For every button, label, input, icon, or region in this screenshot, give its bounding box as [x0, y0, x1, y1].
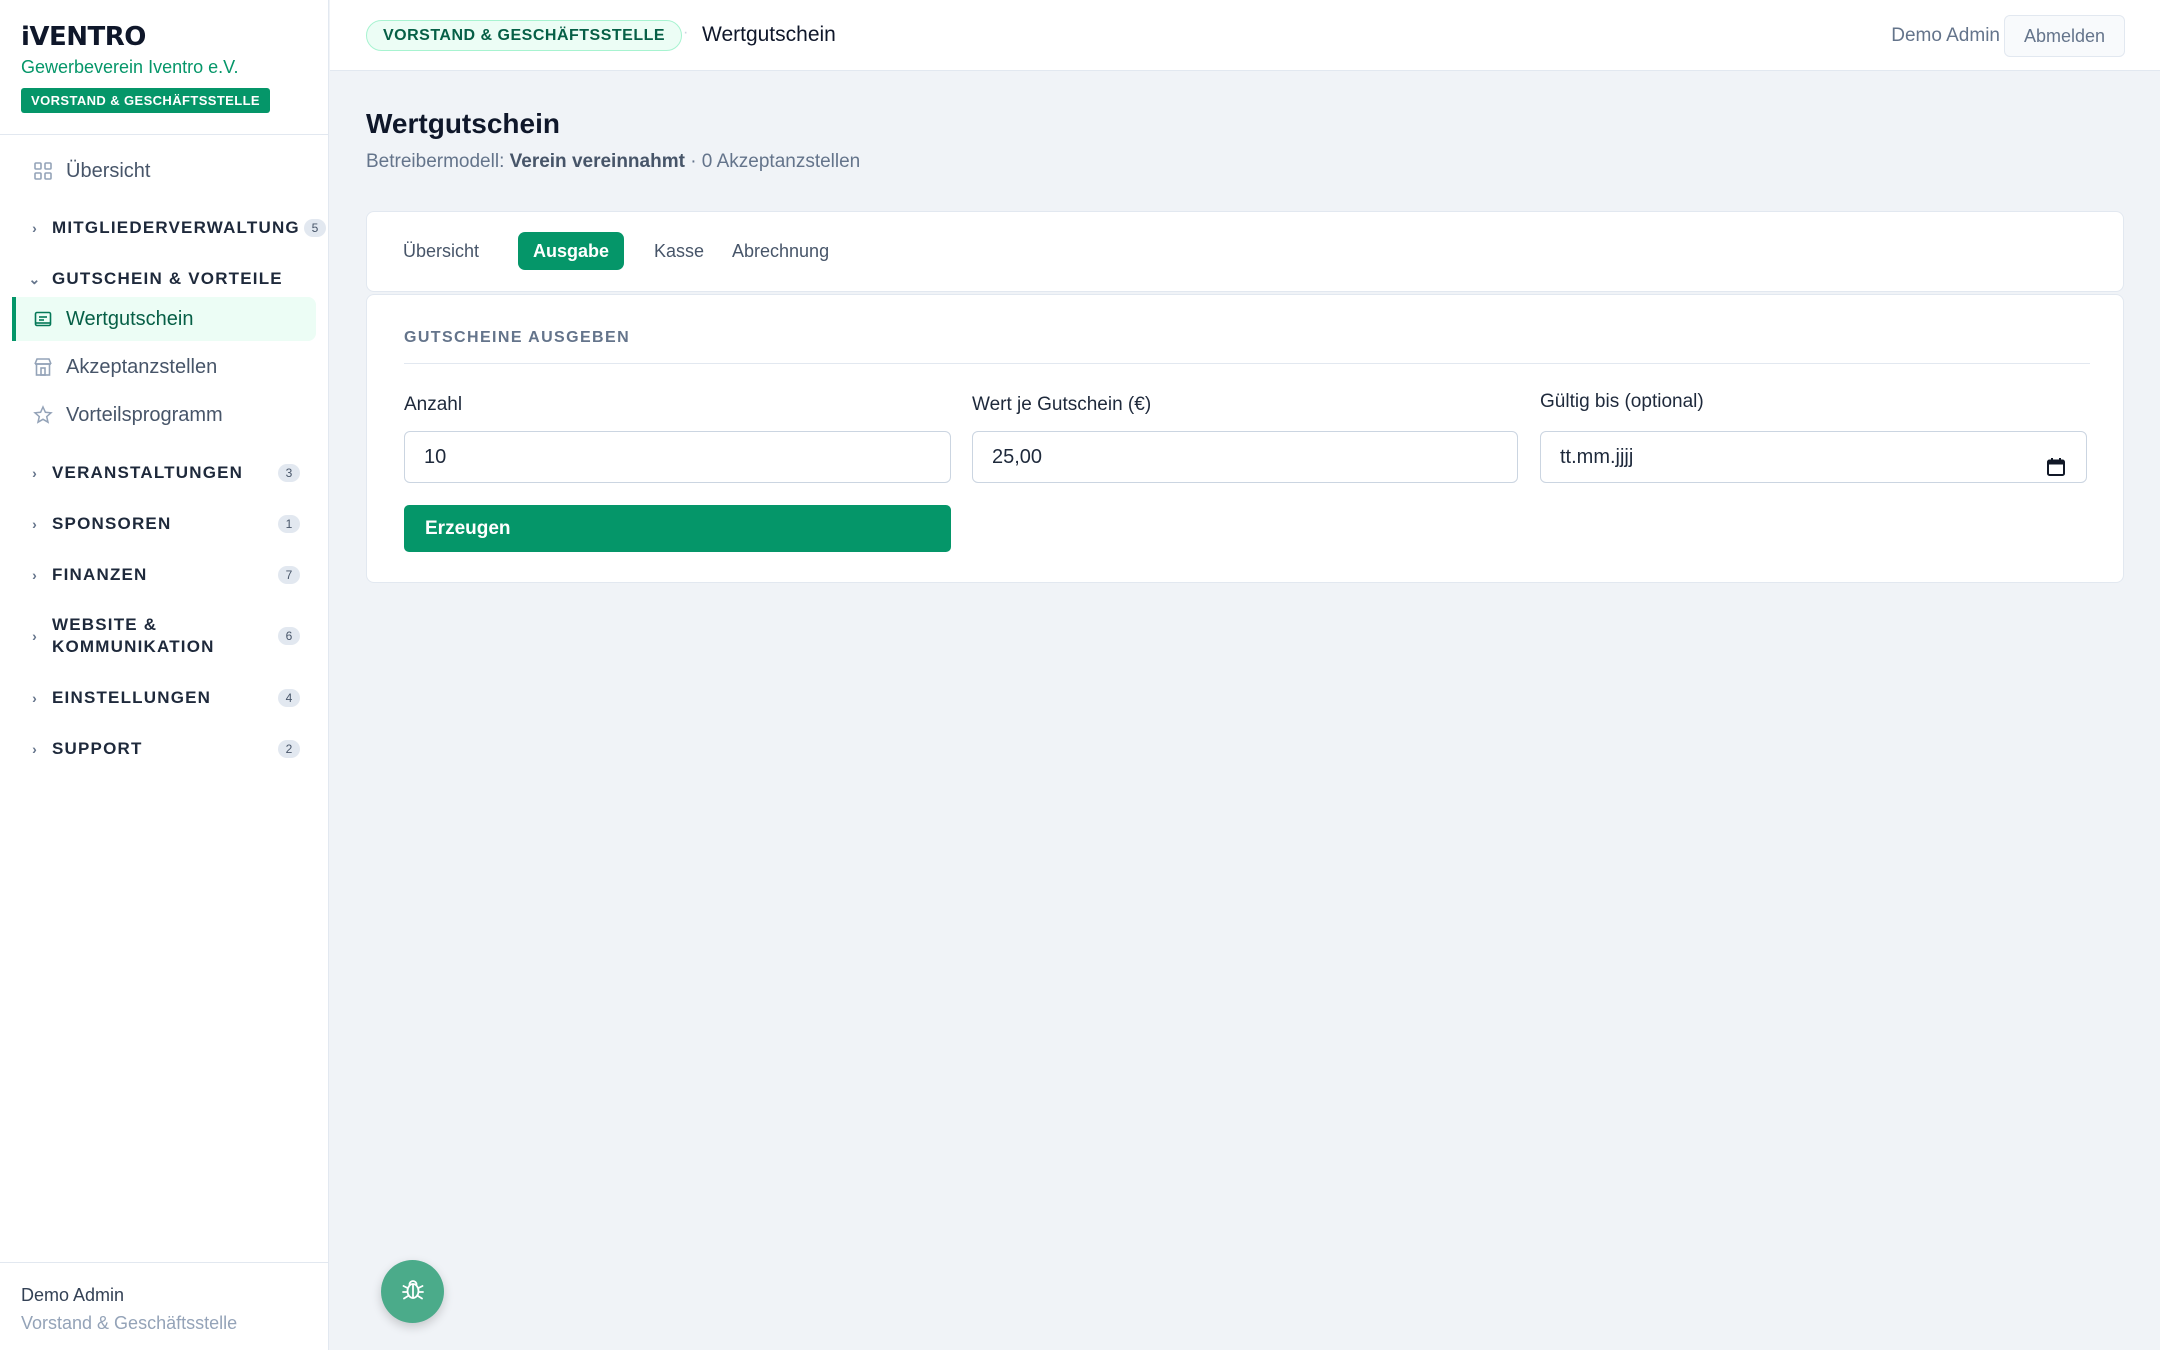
section-divider: [404, 363, 2090, 364]
bug-report-button[interactable]: [381, 1260, 444, 1323]
sidebar-item-akzeptanzstellen[interactable]: Akzeptanzstellen: [12, 345, 316, 389]
tab-bar: Übersicht Ausgabe Kasse Abrechnung: [366, 211, 2124, 292]
tab-abrechnung[interactable]: Abrechnung: [717, 232, 844, 270]
sidebar-group-label: SPONSOREN: [52, 514, 172, 533]
sidebar-group-support[interactable]: › SUPPORT 2: [28, 737, 328, 761]
sidebar-group-label: SUPPORT: [52, 739, 143, 758]
count-badge: 5: [304, 219, 326, 237]
chevron-right-icon: ›: [32, 741, 38, 757]
chevron-right-icon: ›: [32, 628, 38, 644]
value-label: Wert je Gutschein (€): [972, 394, 1152, 415]
section-title: GUTSCHEINE AUSGEBEN: [404, 329, 631, 346]
sidebar-group-mitgliederverwaltung[interactable]: › MITGLIEDERVERWALTUNG 5: [28, 216, 328, 240]
sidebar-group-label: FINANZEN: [52, 565, 148, 584]
role-badge: VORSTAND & GESCHÄFTSSTELLE: [21, 88, 271, 113]
sidebar-group-label: VERANSTALTUNGEN: [52, 463, 244, 482]
sidebar-group-label: GUTSCHEIN & VORTEILE: [52, 269, 283, 288]
sidebar-item-label: Akzeptanzstellen: [66, 355, 218, 378]
brand-logo[interactable]: iVENTRO: [21, 22, 146, 52]
calendar-icon[interactable]: [2046, 446, 2066, 476]
voucher-icon: [32, 308, 54, 330]
operator-model: Verein vereinnahmt: [509, 151, 685, 172]
valid-until-date-input[interactable]: tt.mm.jjjj: [1540, 431, 2087, 483]
generate-button[interactable]: Erzeugen: [404, 505, 951, 552]
page-subtitle: Betreibermodell: Verein vereinnahmt · 0 …: [366, 151, 861, 172]
sidebar-group-einstellungen[interactable]: › EINSTELLUNGEN 4: [28, 686, 328, 710]
count-badge: 6: [278, 627, 300, 645]
value-input[interactable]: 25,00: [972, 431, 1518, 483]
count-badge: 4: [278, 689, 300, 707]
sidebar-item-label: Vorteilsprogramm: [66, 403, 223, 426]
count-badge: 2: [278, 740, 300, 758]
logout-button[interactable]: Abmelden: [2004, 15, 2125, 57]
store-icon: [32, 356, 54, 378]
quantity-label: Anzahl: [404, 394, 463, 415]
breadcrumb-separator: ·: [683, 24, 689, 41]
sidebar-group-veranstaltungen[interactable]: › VERANSTALTUNGEN 3: [28, 461, 328, 485]
chevron-right-icon: ›: [32, 690, 38, 706]
sidebar-group-label: WEBSITE & KOMMUNIKATION: [52, 615, 215, 656]
chevron-right-icon: ›: [32, 516, 38, 532]
organization-name: Gewerbeverein Iventro e.V.: [21, 57, 239, 77]
count-badge: 3: [278, 464, 300, 482]
sidebar-group-label: MITGLIEDERVERWALTUNG: [52, 218, 300, 237]
sidebar-group-label: EINSTELLUNGEN: [52, 688, 212, 707]
issue-vouchers-form: GUTSCHEINE AUSGEBEN Anzahl 10 Wert je Gu…: [366, 294, 2124, 583]
star-icon: [32, 404, 54, 426]
sidebar-user-role: Vorstand & Geschäftsstelle: [21, 1313, 238, 1333]
sidebar-group-gutschein-vorteile[interactable]: ⌄ GUTSCHEIN & VORTEILE: [28, 267, 328, 291]
sidebar-item-vorteilsprogramm[interactable]: Vorteilsprogramm: [12, 393, 316, 437]
chevron-down-icon: ⌄: [28, 270, 42, 287]
sidebar-item-overview[interactable]: Übersicht: [12, 149, 316, 193]
page-title: Wertgutschein: [366, 108, 560, 139]
valid-until-label: Gültig bis (optional): [1540, 391, 1704, 412]
sidebar-user-name: Demo Admin: [21, 1285, 125, 1305]
count-badge: 1: [278, 515, 300, 533]
sidebar-group-website-kommunikation[interactable]: › WEBSITE & KOMMUNIKATION 6: [28, 614, 328, 658]
sidebar: iVENTRO Gewerbeverein Iventro e.V. VORST…: [0, 0, 329, 1350]
date-placeholder: tt.mm.jjjj: [1560, 446, 1634, 468]
sidebar-item-label: Wertgutschein: [66, 307, 194, 330]
current-user: Demo Admin: [1891, 25, 2000, 46]
tab-uebersicht[interactable]: Übersicht: [388, 232, 494, 270]
topbar: VORSTAND & GESCHÄFTSSTELLE · Wertgutsche…: [330, 0, 2160, 71]
bug-icon: [400, 1276, 426, 1307]
chevron-right-icon: ›: [32, 465, 38, 481]
breadcrumb-current: Wertgutschein: [702, 23, 836, 46]
role-context-badge: VORSTAND & GESCHÄFTSSTELLE: [366, 20, 683, 51]
chevron-right-icon: ›: [32, 567, 38, 583]
sidebar-group-sponsoren[interactable]: › SPONSOREN 1: [28, 512, 328, 536]
sidebar-group-finanzen[interactable]: › FINANZEN 7: [28, 563, 328, 587]
tab-kasse[interactable]: Kasse: [639, 232, 719, 270]
sidebar-item-label: Übersicht: [66, 159, 151, 182]
tab-ausgabe[interactable]: Ausgabe: [518, 232, 625, 270]
sidebar-divider: [0, 134, 328, 135]
sidebar-item-wertgutschein[interactable]: Wertgutschein: [12, 297, 316, 341]
quantity-input[interactable]: 10: [404, 431, 951, 483]
chevron-right-icon: ›: [32, 220, 38, 236]
count-badge: 7: [278, 566, 300, 584]
sidebar-user-panel: Demo Admin Vorstand & Geschäftsstelle: [0, 1262, 328, 1350]
grid-icon: [32, 160, 54, 182]
